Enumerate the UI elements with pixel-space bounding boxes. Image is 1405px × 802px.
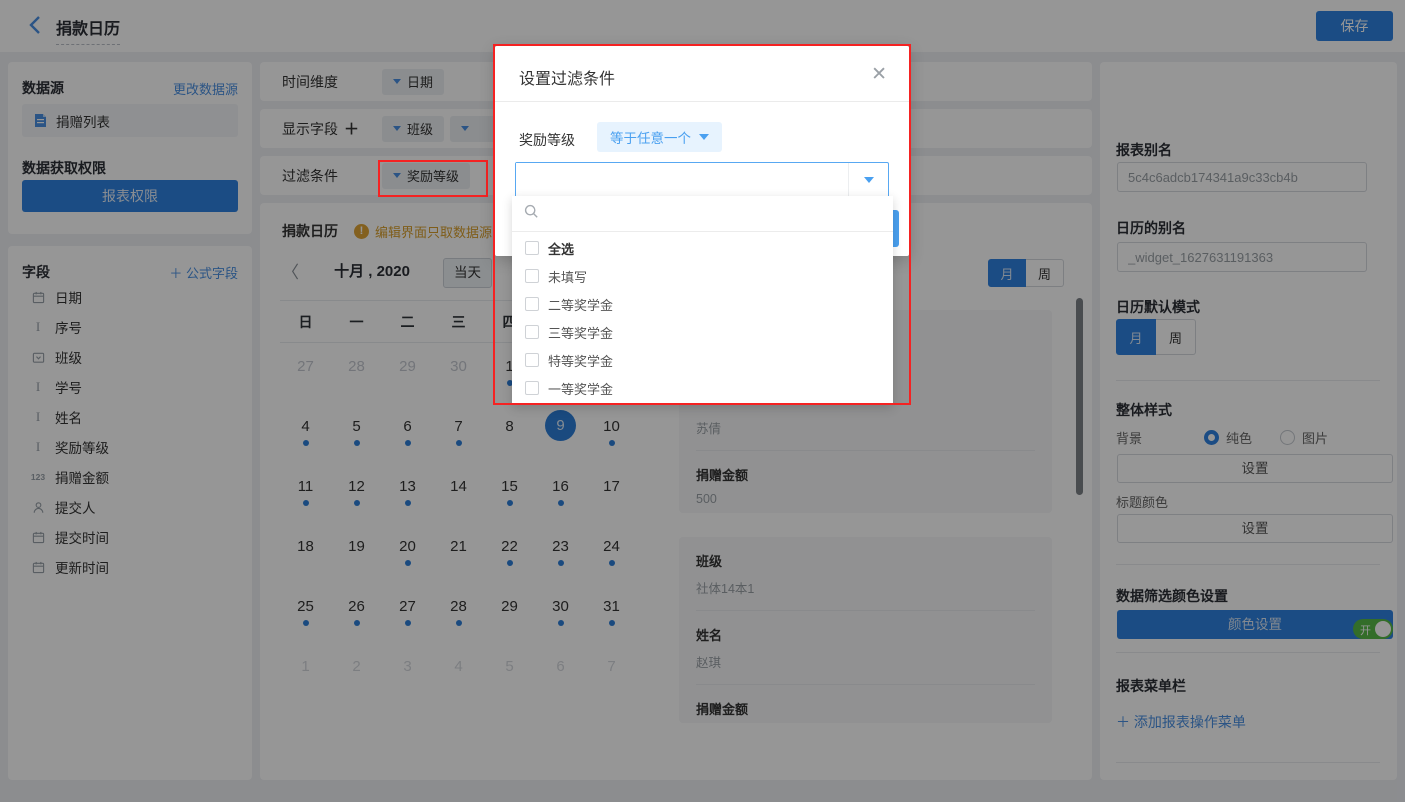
value-dropdown: 全选未填写二等奖学金三等奖学金特等奖学金一等奖学金 (512, 196, 893, 405)
search-icon (524, 204, 539, 224)
select-arrow[interactable] (848, 163, 888, 197)
filter-field-name: 奖励等级 (519, 130, 575, 150)
checkbox-icon[interactable] (525, 241, 539, 255)
option-search (512, 196, 893, 232)
value-select (515, 162, 889, 198)
checkbox-icon[interactable] (525, 353, 539, 367)
close-icon[interactable]: ✕ (871, 63, 887, 86)
filter-option[interactable]: 未填写 (512, 262, 893, 290)
option-search-input[interactable] (547, 199, 893, 229)
option-list: 全选未填写二等奖学金三等奖学金特等奖学金一等奖学金 (512, 234, 893, 402)
chevron-down-icon (699, 134, 709, 140)
chevron-down-icon (864, 177, 874, 183)
checkbox-icon[interactable] (525, 381, 539, 395)
checkbox-icon[interactable] (525, 297, 539, 311)
filter-option[interactable]: 三等奖学金 (512, 318, 893, 346)
modal-header: 设置过滤条件 ✕ (495, 46, 909, 102)
value-select-input[interactable] (516, 163, 848, 197)
filter-option[interactable]: 特等奖学金 (512, 346, 893, 374)
modal-title: 设置过滤条件 (519, 65, 615, 89)
checkbox-icon[interactable] (525, 325, 539, 339)
filter-option[interactable]: 一等奖学金 (512, 374, 893, 402)
checkbox-icon[interactable] (525, 269, 539, 283)
filter-option[interactable]: 二等奖学金 (512, 290, 893, 318)
operator-dropdown[interactable]: 等于任意一个 (597, 122, 722, 152)
filter-option[interactable]: 全选 (512, 234, 893, 262)
